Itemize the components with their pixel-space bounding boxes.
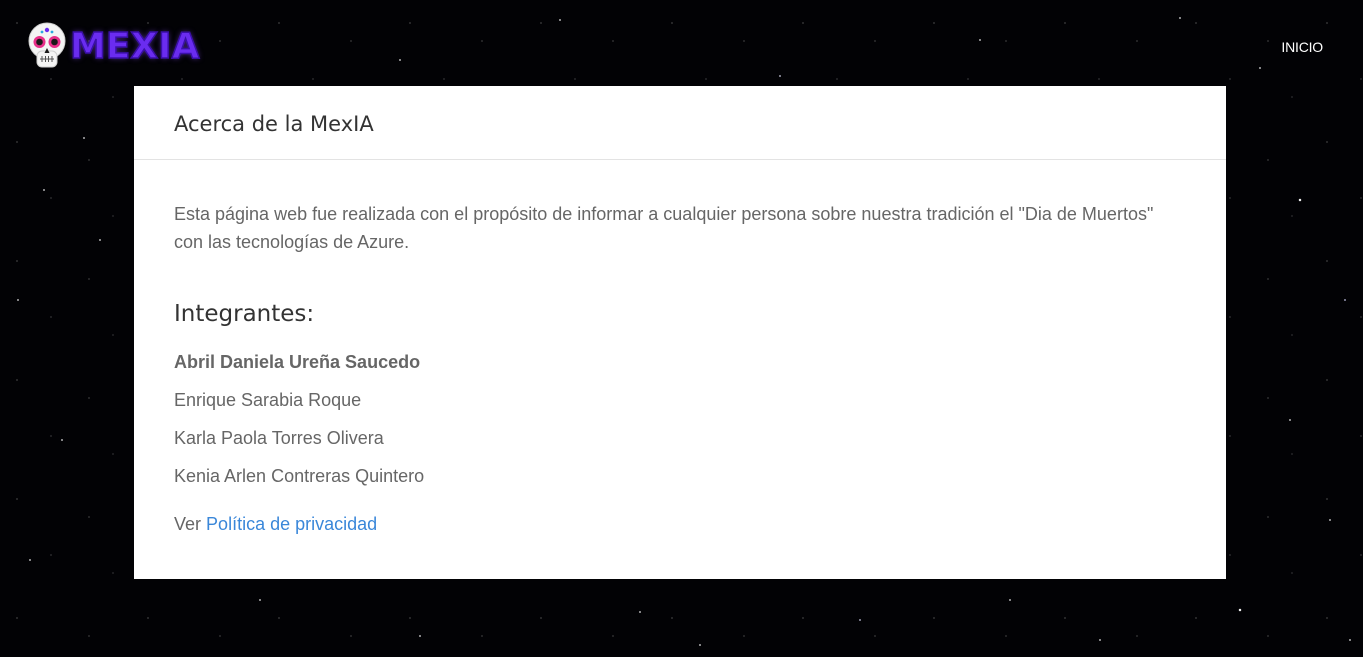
privacy-prefix: Ver: [174, 514, 202, 534]
brand-logo-link[interactable]: MEXIA: [26, 21, 200, 73]
member-item: Enrique Sarabia Roque: [174, 390, 362, 410]
member-item: Kenia Arlen Contreras Quintero: [174, 466, 425, 486]
page-title: Acerca de la MexIA: [174, 112, 374, 136]
about-panel: Acerca de la MexIA Esta página web fue r…: [134, 86, 1226, 579]
navbar: MEXIA INICIO: [0, 0, 1363, 86]
brand-name: MEXIA: [69, 25, 200, 68]
members-heading: Integrantes:: [174, 301, 315, 327]
members-list: Abril Daniela Ureña Saucedo Enrique Sara…: [174, 349, 424, 501]
about-description: Esta página web fue realizada con el pro…: [174, 204, 1154, 252]
privacy-policy-link[interactable]: Política de privacidad: [206, 514, 377, 534]
nav-link-inicio[interactable]: INICIO: [1281, 39, 1323, 55]
member-item: Abril Daniela Ureña Saucedo: [174, 352, 421, 372]
panel-heading: Acerca de la MexIA: [134, 86, 1226, 160]
member-item: Karla Paola Torres Olivera: [174, 428, 384, 448]
sugar-skull-icon: [28, 22, 66, 68]
privacy-line: Ver Política de privacidad: [174, 511, 377, 537]
